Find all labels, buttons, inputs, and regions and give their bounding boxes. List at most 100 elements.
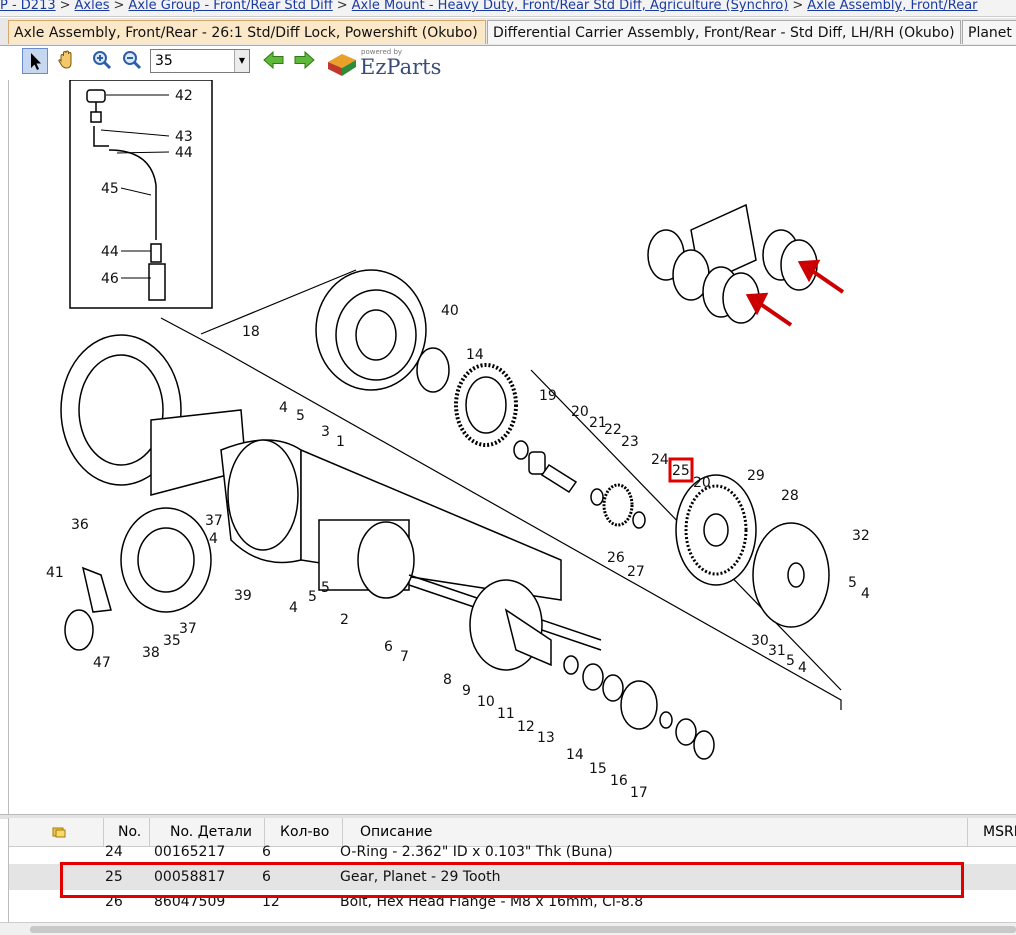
zoom-out-button[interactable] <box>120 48 146 74</box>
callout-label[interactable]: 14 <box>566 747 584 763</box>
tab-differential-carrier[interactable]: Differential Carrier Assembly, Front/Rea… <box>487 20 961 44</box>
pan-tool-button[interactable] <box>54 48 80 74</box>
grid-header-part-number[interactable]: No. Детали <box>149 818 264 846</box>
callout-label[interactable]: 32 <box>852 528 870 544</box>
hand-icon <box>58 50 72 69</box>
callout-label[interactable]: 26 <box>607 550 625 566</box>
selected-row-highlight <box>60 862 964 898</box>
callout-label[interactable]: 11 <box>497 706 515 722</box>
callout-label[interactable]: 45 <box>101 181 119 197</box>
callout-label[interactable]: 20 <box>693 475 711 491</box>
callout-label[interactable]: 46 <box>101 271 119 287</box>
spindle-8 <box>469 579 715 760</box>
callout-label[interactable]: 44 <box>175 145 193 161</box>
callout-label[interactable]: 22 <box>604 422 622 438</box>
breadcrumb-separator: > <box>59 0 71 13</box>
callout-label[interactable]: 17 <box>630 785 648 801</box>
callout-label[interactable]: 4 <box>209 531 218 547</box>
grid-header-description[interactable]: Описание <box>342 818 967 846</box>
callout-label[interactable]: 4 <box>798 660 807 676</box>
scrollbar-thumb[interactable] <box>30 926 1016 933</box>
breadcrumb-item-d213[interactable]: P - D213 <box>0 0 56 13</box>
callout-label[interactable]: 5 <box>786 653 795 669</box>
callout-label[interactable]: 18 <box>242 324 260 340</box>
logo-text: EzParts <box>360 55 442 79</box>
callout-label[interactable]: 13 <box>537 730 555 746</box>
grid-header-no[interactable]: No. <box>103 818 149 846</box>
callout-label[interactable]: 24 <box>651 452 669 468</box>
callout-label[interactable]: 27 <box>627 564 645 580</box>
chevron-down-icon[interactable]: ▼ <box>234 50 249 72</box>
callout-label[interactable]: 40 <box>441 303 459 319</box>
callout-label[interactable]: 16 <box>610 773 628 789</box>
callout-label[interactable]: 47 <box>93 655 111 671</box>
grid-header-quantity[interactable]: Кол-во <box>264 818 342 846</box>
callout-label[interactable]: 38 <box>142 645 160 661</box>
grid-header-attachment[interactable] <box>9 818 103 846</box>
callout-label[interactable]: 29 <box>747 468 765 484</box>
callout-label[interactable]: 42 <box>175 88 193 104</box>
callout-label[interactable]: 31 <box>768 643 786 659</box>
breadcrumb-item-axle-assembly[interactable]: Axle Assembly, Front/Rear <box>807 0 977 13</box>
zoom-in-button[interactable] <box>90 48 116 74</box>
forward-button[interactable] <box>292 48 318 74</box>
callout-label[interactable]: 5 <box>848 575 857 591</box>
callout-label[interactable]: 4 <box>279 400 288 416</box>
callout-label[interactable]: 7 <box>400 649 409 665</box>
hub-40 <box>315 269 450 393</box>
tractor-illustration <box>647 203 818 324</box>
toolbar: 35 ▼ powered by EzParts <box>8 46 1016 80</box>
zoom-level-value: 35 <box>155 53 173 69</box>
callout-label[interactable]: 5 <box>321 580 330 596</box>
callout-label[interactable]: 1 <box>336 434 345 450</box>
breadcrumb-separator: > <box>336 0 348 13</box>
callout-label[interactable]: 19 <box>539 388 557 404</box>
callout-label[interactable]: 5 <box>296 408 305 424</box>
tab-planet-carrier[interactable]: Planet C <box>962 20 1016 44</box>
breadcrumb-item-axles[interactable]: Axles <box>75 0 110 13</box>
inset-breather-box <box>69 80 213 309</box>
callout-label[interactable]: 15 <box>589 761 607 777</box>
callout-label[interactable]: 4 <box>861 586 870 602</box>
row-part-number: 00165217 <box>154 844 226 860</box>
parts-diagram-canvas[interactable]: 42 43 44 45 44 46 40 18 14 19 20 21 22 2… <box>8 80 1016 814</box>
callout-label[interactable]: 37 <box>205 513 223 529</box>
back-button[interactable] <box>262 48 288 74</box>
planet-gear-set <box>513 440 646 529</box>
callout-label[interactable]: 28 <box>781 488 799 504</box>
callout-label[interactable]: 6 <box>384 639 393 655</box>
callout-label[interactable]: 23 <box>621 434 639 450</box>
grid-header-msrp[interactable]: MSRP <box>967 818 1016 846</box>
callout-label[interactable]: 25 <box>672 463 690 479</box>
breadcrumb-item-axle-mount[interactable]: Axle Mount - Heavy Duty, Front/Rear Std … <box>352 0 789 13</box>
callout-label[interactable]: 43 <box>175 129 193 145</box>
callout-label[interactable]: 3 <box>321 424 330 440</box>
callout-label[interactable]: 2 <box>340 612 349 628</box>
callout-label[interactable]: 30 <box>751 633 769 649</box>
callout-label[interactable]: 41 <box>46 565 64 581</box>
callout-label[interactable]: 37 <box>179 621 197 637</box>
callout-label[interactable]: 8 <box>443 672 452 688</box>
breadcrumb-separator: > <box>113 0 125 13</box>
callout-label[interactable]: 39 <box>234 588 252 604</box>
annulus-gear-28 <box>675 474 757 586</box>
callout-label[interactable]: 35 <box>163 633 181 649</box>
callout-label[interactable]: 12 <box>517 719 535 735</box>
callout-label[interactable]: 20 <box>571 404 589 420</box>
horizontal-scrollbar[interactable] <box>0 922 1016 935</box>
callout-label[interactable]: 10 <box>477 694 495 710</box>
callout-label[interactable]: 9 <box>462 683 471 699</box>
pointer-icon <box>31 53 41 70</box>
tab-axle-assembly[interactable]: Axle Assembly, Front/Rear - 26:1 Std/Dif… <box>8 20 486 44</box>
callout-label[interactable]: 44 <box>101 244 119 260</box>
callout-label[interactable]: 4 <box>289 600 298 616</box>
zoom-level-select[interactable]: 35 ▼ <box>150 49 250 73</box>
callout-label[interactable]: 5 <box>308 589 317 605</box>
ezparts-logo-icon <box>328 54 356 76</box>
callout-label[interactable]: 14 <box>466 347 484 363</box>
breadcrumb-item-axle-group[interactable]: Axle Group - Front/Rear Std Diff <box>128 0 332 13</box>
select-tool-button[interactable] <box>22 48 48 74</box>
callout-label[interactable]: 36 <box>71 517 89 533</box>
zoom-out-icon <box>123 51 142 70</box>
table-row[interactable]: 24 00165217 6 O-Ring - 2.362" ID x 0.103… <box>9 844 1016 862</box>
